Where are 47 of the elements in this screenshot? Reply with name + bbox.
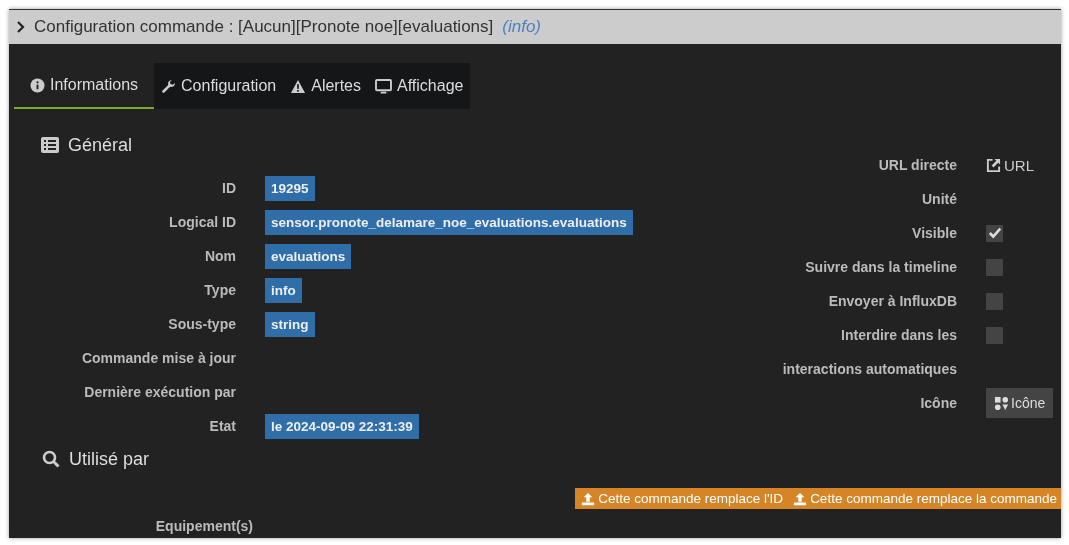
external-link-icon [986, 157, 1001, 173]
field-label: Etat [208, 418, 236, 434]
tab[interactable]: Alertes [283, 63, 368, 109]
field-label: Equipement(s) [154, 518, 253, 534]
field-value: string [265, 311, 315, 337]
field-label: Nom [203, 248, 236, 264]
icons-icon [994, 395, 1009, 411]
option-label: URL directe [877, 157, 957, 173]
field-value: evaluations [265, 243, 352, 269]
option-label: Interdire dans les [840, 327, 957, 343]
checkbox[interactable] [986, 326, 1003, 344]
warning-icon [290, 78, 307, 94]
field-label: ID [221, 180, 236, 196]
option-label: interactions automatiques [781, 361, 957, 377]
monitor-icon [375, 78, 392, 94]
tab[interactable]: Affichage [368, 63, 471, 109]
wrench-icon [161, 78, 177, 94]
tab[interactable]: Configuration [154, 63, 284, 109]
field-value: le 2024-09-09 22:31:39 [265, 413, 419, 439]
checkbox[interactable] [986, 292, 1003, 310]
field-label: Type [203, 282, 236, 298]
checkbox[interactable] [986, 224, 1003, 242]
search-icon [42, 450, 60, 468]
option-label: Unité [921, 191, 957, 207]
field-label: Commande mise à jour [80, 350, 236, 366]
url-link[interactable]: URL [986, 156, 1034, 174]
info-icon [30, 77, 45, 93]
field-value: 19295 [265, 175, 315, 201]
upload-icon [793, 491, 808, 506]
panel-header[interactable]: Configuration commande : [Aucun][Pronote noe][evaluations] (info) [9, 9, 1061, 44]
section-title: Utilisé par [69, 448, 150, 470]
option-label: Visible [911, 225, 957, 241]
option-label: Envoyer à InfluxDB [827, 293, 957, 309]
option-label: Icône [919, 395, 957, 411]
field-value: info [265, 277, 302, 303]
upload-icon [581, 491, 596, 506]
list-icon [41, 137, 59, 153]
chevron-icon [17, 21, 25, 33]
field-label: Dernière exécution par [83, 384, 236, 400]
section-title: Général [68, 134, 133, 156]
field-value: sensor.pronote_delamare_noe_evaluations.evaluations [265, 209, 633, 235]
field-label: Sous-type [167, 316, 236, 332]
field-label: Logical ID [168, 214, 236, 230]
checkbox[interactable] [986, 258, 1003, 276]
option-label: Suivre dans la timeline [804, 259, 957, 275]
icon-button[interactable]: Icône [986, 388, 1054, 418]
panel-title: Configuration commande : [Aucun][Pronote noe][evaluations] [34, 17, 494, 37]
